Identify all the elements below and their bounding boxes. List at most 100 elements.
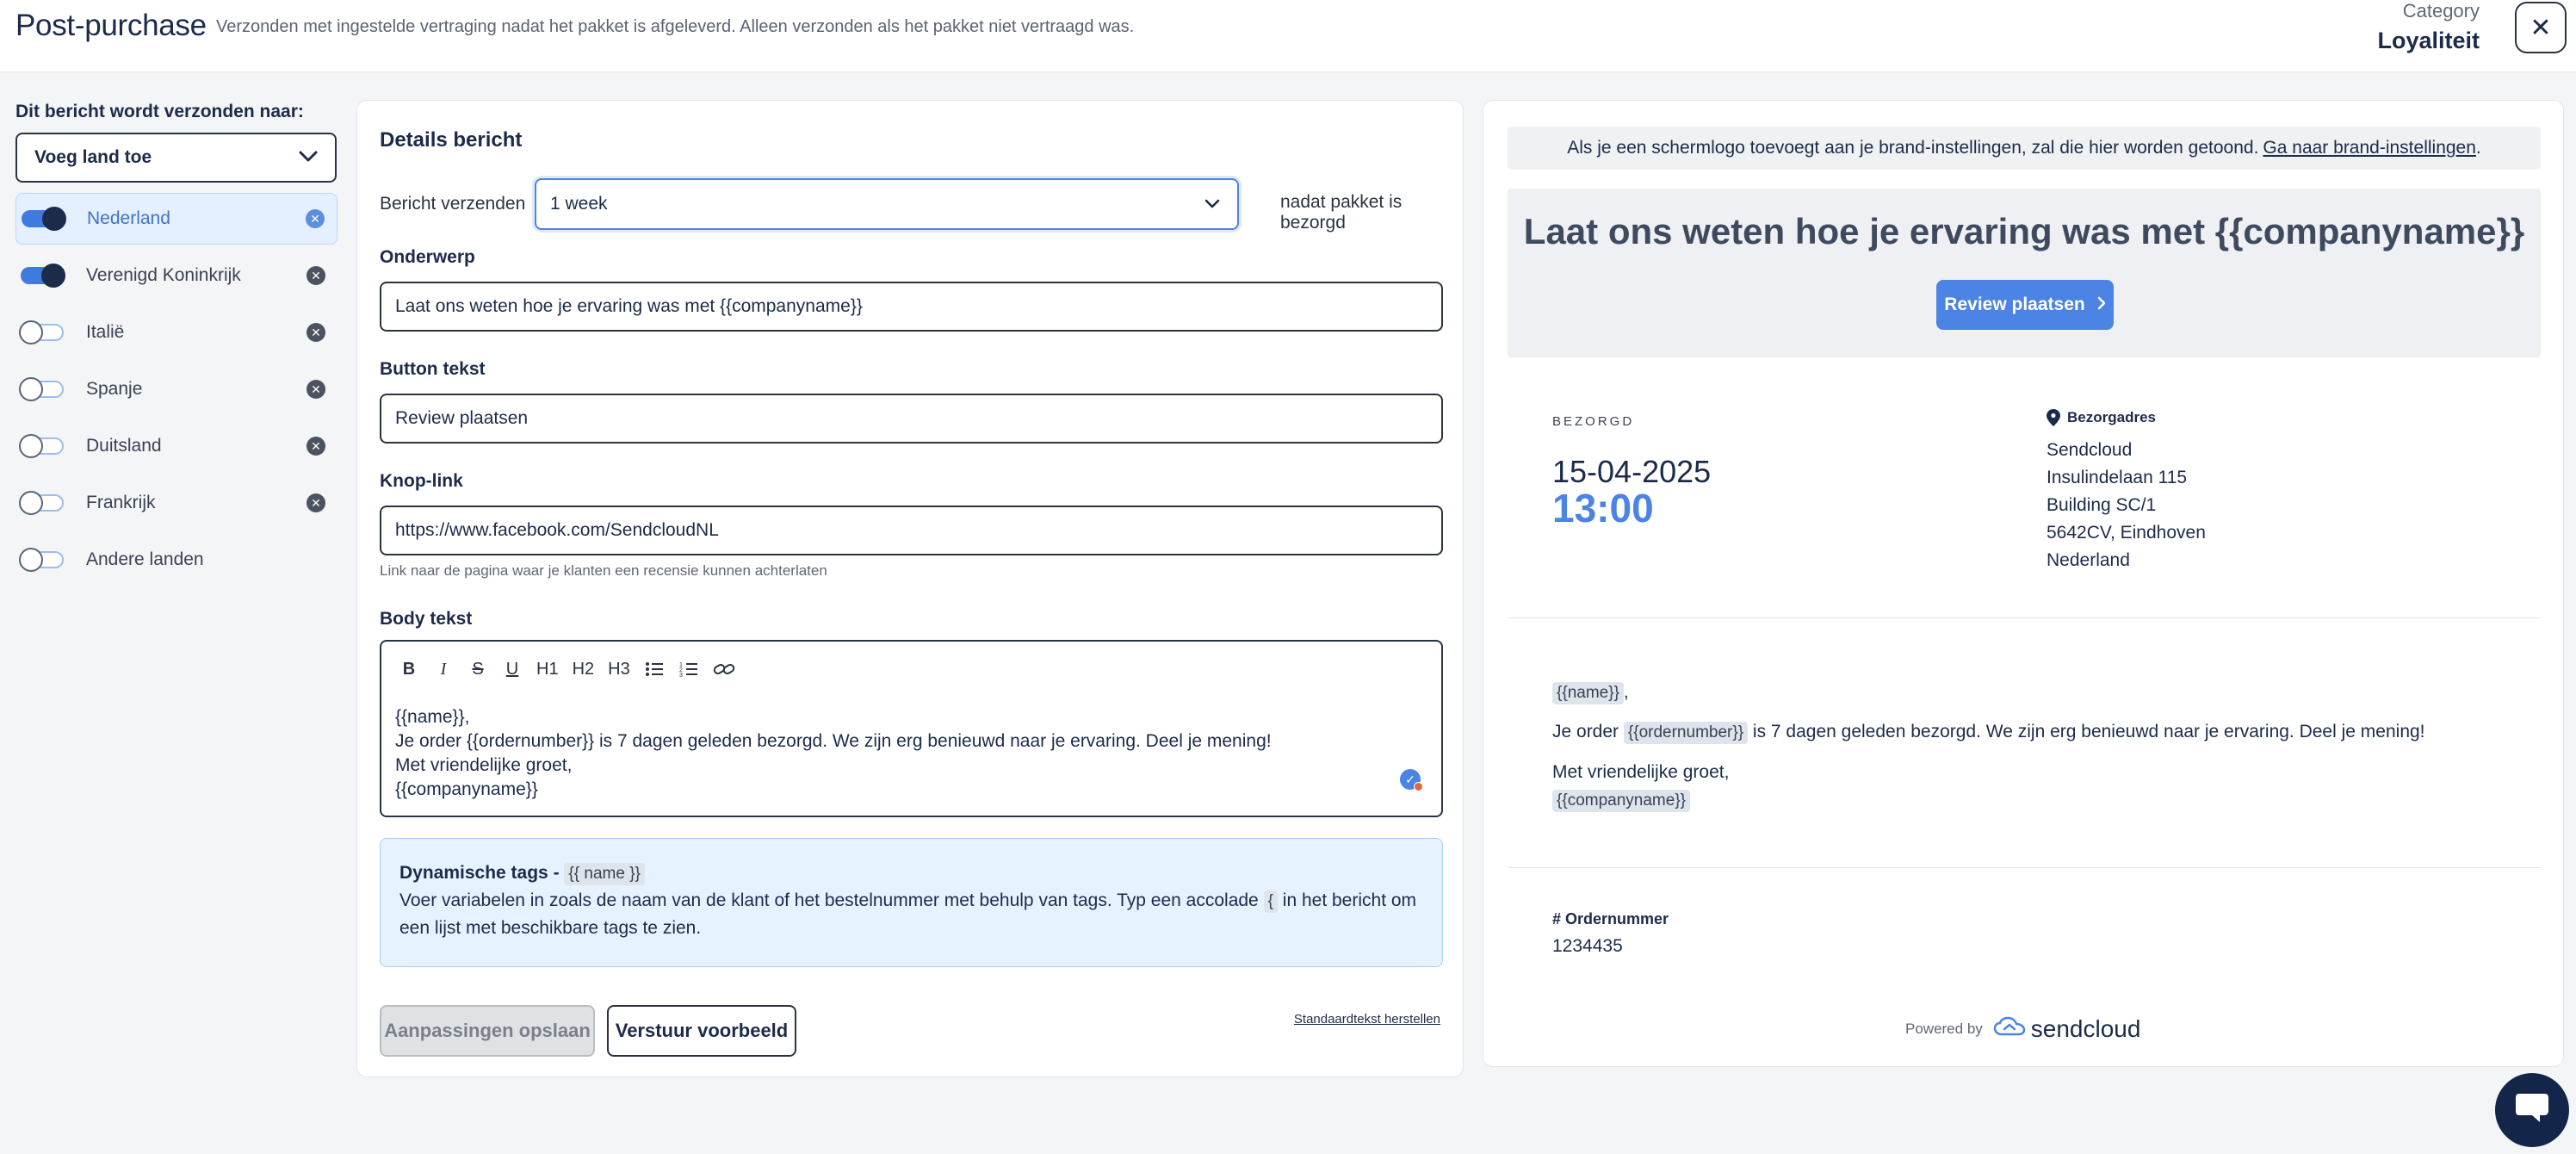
link-input[interactable]: [380, 506, 1443, 555]
country-row-nederland[interactable]: Nederland ✕: [15, 193, 337, 245]
page-header: Post-purchase Verzonden met ingestelde v…: [0, 0, 2576, 72]
order-number-value: 1234435: [1552, 936, 1623, 956]
preview-review-button[interactable]: Review plaatsen: [1936, 280, 2114, 330]
powered-by-text: Powered by: [1905, 1021, 1983, 1037]
remove-country-icon[interactable]: ✕: [307, 493, 325, 512]
remove-country-icon[interactable]: ✕: [307, 266, 325, 285]
country-toggle[interactable]: [19, 434, 64, 458]
send-preview-button[interactable]: Verstuur voorbeeld: [607, 1005, 796, 1057]
delay-value: 1 week: [550, 194, 608, 214]
link-label: Knop-link: [380, 471, 463, 491]
country-toggle[interactable]: [19, 548, 64, 572]
msg-line-company: {{companyname}}: [1552, 786, 2425, 814]
italic-button[interactable]: I: [431, 657, 455, 681]
subject-label: Onderwerp: [380, 247, 475, 267]
companyname-tag: {{companyname}}: [1552, 790, 1691, 812]
preview-hero-title: Laat ons weten hoe je ervaring was met {…: [1523, 211, 2525, 251]
bold-button[interactable]: B: [397, 657, 421, 681]
country-toggle[interactable]: [22, 207, 66, 231]
brand-note-text: Als je een schermlogo toevoegt aan je br…: [1567, 138, 2259, 158]
save-button[interactable]: Aanpassingen opslaan: [380, 1005, 595, 1057]
brand-note-end: .: [2475, 138, 2481, 158]
h3-button[interactable]: H3: [606, 657, 632, 681]
close-button[interactable]: ✕: [2515, 2, 2567, 53]
remove-country-icon[interactable]: ✕: [307, 380, 325, 399]
chat-icon: [2514, 1092, 2550, 1129]
chevron-right-icon: [2097, 295, 2106, 315]
address-line: Building SC/1: [2047, 495, 2157, 515]
order-number-label: # Ordernummer: [1552, 910, 1669, 928]
address-line: Sendcloud: [2047, 440, 2133, 460]
brand-settings-link[interactable]: Ga naar brand-instellingen: [2263, 138, 2476, 158]
bullet-list-icon[interactable]: [642, 657, 666, 681]
reset-default-link[interactable]: Standaardtekst herstellen: [1294, 1012, 1440, 1027]
underline-button[interactable]: U: [500, 657, 524, 681]
body-label: Body tekst: [380, 609, 473, 629]
sendcloud-logo: sendcloud: [1993, 1015, 2141, 1043]
country-row-italie[interactable]: Italië ✕: [15, 307, 337, 358]
email-preview-card: Als je een schermlogo toevoegt aan je br…: [1483, 100, 2564, 1067]
preview-review-label: Review plaatsen: [1944, 295, 2085, 314]
remove-country-icon[interactable]: ✕: [307, 323, 325, 342]
delay-select[interactable]: 1 week: [535, 178, 1239, 230]
section-title: Details bericht: [380, 128, 523, 152]
address-line: 5642CV, Eindhoven: [2047, 523, 2206, 543]
country-sidebar: Dit bericht wordt verzonden naar: Voeg l…: [15, 102, 337, 591]
button-text-input[interactable]: [380, 394, 1443, 444]
sidebar-heading: Dit bericht wordt verzonden naar:: [15, 102, 304, 121]
page-title: Post-purchase: [15, 9, 207, 42]
strikethrough-button[interactable]: S: [466, 657, 490, 681]
country-toggle[interactable]: [19, 320, 64, 344]
address-title: Bezorgadres: [2067, 409, 2156, 425]
divider: [1508, 867, 2541, 868]
remove-country-icon[interactable]: ✕: [307, 437, 325, 456]
link-icon[interactable]: [711, 657, 737, 681]
country-row-duitsland[interactable]: Duitsland ✕: [15, 420, 337, 472]
category-value: Loyaliteit: [2377, 28, 2480, 53]
svg-text:3: 3: [679, 673, 683, 678]
body-line: {{companyname}}: [395, 779, 538, 799]
country-toggle[interactable]: [21, 264, 65, 288]
cloud-icon: [1993, 1015, 2026, 1043]
brand-note: Als je een schermlogo toevoegt aan je br…: [1508, 127, 2541, 170]
close-icon: ✕: [2530, 13, 2552, 42]
ordernumber-tag: {{ordernumber}}: [1623, 722, 1749, 744]
address-lines: Sendcloud Insulindelaan 115 Building SC/…: [2047, 437, 2206, 574]
country-toggle[interactable]: [19, 377, 64, 401]
page-description: Verzonden met ingestelde vertraging nada…: [216, 17, 1135, 36]
country-name: Andere landen: [86, 549, 204, 569]
msg-line-greeting: {{name}},: [1552, 673, 2425, 712]
sendcloud-wordmark: sendcloud: [2030, 1015, 2141, 1042]
country-name: Verenigd Koninkrijk: [86, 265, 241, 285]
add-country-dropdown[interactable]: Voeg land toe: [15, 133, 337, 183]
dynamic-tags-info: Dynamische tags - {{ name }} Voer variab…: [380, 838, 1443, 967]
body-editor[interactable]: B I S U H1 H2 H3 123 {{name}}, Je order …: [380, 640, 1443, 817]
chat-button[interactable]: [2495, 1073, 2569, 1147]
h2-button[interactable]: H2: [571, 657, 597, 681]
divider: [1508, 617, 2541, 618]
country-toggle[interactable]: [19, 491, 64, 515]
msg-line-order: Je order {{ordernumber}} is 7 dagen gele…: [1552, 712, 2425, 752]
remove-country-icon[interactable]: ✕: [306, 209, 325, 228]
country-row-andere-landen[interactable]: Andere landen: [15, 534, 337, 586]
subject-input[interactable]: [380, 282, 1443, 332]
country-row-spanje[interactable]: Spanje ✕: [15, 363, 337, 415]
body-line: Je order {{ordernumber}} is 7 dagen gele…: [395, 731, 1272, 751]
msg-order-suffix: is 7 dagen geleden bezorgd. We zijn erg …: [1752, 722, 2425, 741]
h1-button[interactable]: H1: [535, 657, 560, 681]
address-line: Nederland: [2047, 550, 2130, 570]
numbered-list-icon[interactable]: 123: [677, 657, 701, 681]
country-name: Frankrijk: [86, 493, 156, 512]
body-text[interactable]: {{name}}, Je order {{ordernumber}} is 7 …: [395, 705, 1272, 802]
editor-toolbar: B I S U H1 H2 H3 123: [397, 657, 737, 681]
send-label: Bericht verzenden: [380, 194, 526, 214]
button-text-label: Button tekst: [380, 359, 486, 379]
tags-title: Dynamische tags -: [399, 863, 560, 883]
address-line: Insulindelaan 115: [2047, 468, 2188, 487]
country-row-frankrijk[interactable]: Frankrijk ✕: [15, 477, 337, 529]
country-row-verenigd-koninkrijk[interactable]: Verenigd Koninkrijk ✕: [15, 250, 337, 301]
preview-hero: Laat ons weten hoe je ervaring was met {…: [1508, 189, 2541, 357]
category-label: Category: [2402, 0, 2480, 22]
spellcheck-icon[interactable]: ✓: [1400, 769, 1423, 791]
country-list: Nederland ✕ Verenigd Koninkrijk ✕ Italië…: [15, 193, 337, 586]
